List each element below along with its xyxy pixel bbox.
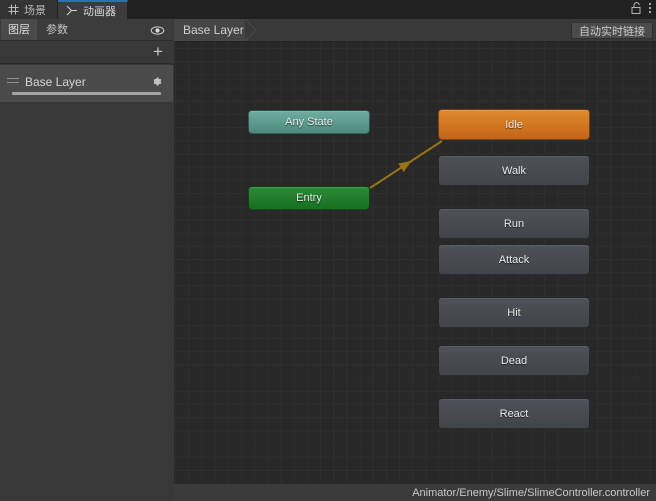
asset-path-label: Animator/Enemy/Slime/SlimeController.con… xyxy=(412,486,650,499)
sidebar-empty-area xyxy=(0,102,173,501)
state-node-dead[interactable]: Dead xyxy=(438,345,590,376)
state-node-attack[interactable]: Attack xyxy=(438,244,590,275)
layers-sidebar: 图层 参数 + Base Layer xyxy=(0,19,173,501)
state-node-label: Idle xyxy=(505,118,523,131)
drag-handle-icon[interactable] xyxy=(7,78,19,85)
breadcrumb-bar: Base Layer 自动实时链接 xyxy=(174,19,656,42)
state-node-label: Entry xyxy=(296,192,322,204)
animator-window: 场景 动画器 图层 参数 + Base Layer Any State Entr… xyxy=(0,0,656,501)
auto-live-link-button[interactable]: 自动实时链接 xyxy=(571,22,653,39)
state-node-any-state[interactable]: Any State xyxy=(248,110,370,134)
state-node-hit[interactable]: Hit xyxy=(438,297,590,328)
breadcrumb-chevron-inner xyxy=(245,20,255,40)
state-node-label: Walk xyxy=(501,164,527,177)
tab-scene-label: 场景 xyxy=(24,4,46,17)
state-node-label: Any State xyxy=(285,116,333,128)
sidebar-tab-bar: 图层 参数 xyxy=(0,19,173,41)
status-bar: Animator/Enemy/Slime/SlimeController.con… xyxy=(174,483,656,501)
gear-icon[interactable] xyxy=(150,75,163,93)
state-node-label: Attack xyxy=(498,253,530,266)
sidebar-tab-layers[interactable]: 图层 xyxy=(1,19,37,40)
tab-animator-label: 动画器 xyxy=(83,5,116,18)
tab-scene[interactable]: 场景 xyxy=(0,0,58,19)
layer-name-label: Base Layer xyxy=(25,75,86,89)
state-node-run[interactable]: Run xyxy=(438,208,590,239)
grid-icon xyxy=(8,4,19,15)
sidebar-tab-parameters-label: 参数 xyxy=(46,24,68,36)
animator-node-icon xyxy=(66,5,78,16)
layer-list-item-base-layer[interactable]: Base Layer xyxy=(0,65,173,102)
breadcrumb-item-base-layer[interactable]: Base Layer xyxy=(174,19,248,41)
state-node-label: Run xyxy=(503,217,525,230)
sidebar-tab-parameters[interactable]: 参数 xyxy=(39,19,75,40)
auto-live-link-label: 自动实时链接 xyxy=(579,25,645,38)
layer-add-row: + xyxy=(0,41,173,64)
breadcrumb-label: Base Layer xyxy=(183,23,244,37)
eye-icon[interactable] xyxy=(150,23,165,41)
window-header-icons xyxy=(631,0,652,19)
state-node-walk[interactable]: Walk xyxy=(438,155,590,186)
lock-open-icon[interactable] xyxy=(631,1,641,19)
state-node-idle[interactable]: Idle xyxy=(438,109,590,140)
window-tab-strip: 场景 动画器 xyxy=(0,0,656,19)
sidebar-tab-layers-label: 图层 xyxy=(8,24,30,36)
state-node-react[interactable]: React xyxy=(438,398,590,429)
kebab-menu-icon[interactable] xyxy=(648,1,652,19)
tab-animator[interactable]: 动画器 xyxy=(58,0,128,19)
layer-weight-bar[interactable] xyxy=(12,92,161,95)
add-layer-button[interactable]: + xyxy=(150,43,166,61)
state-node-label: Dead xyxy=(500,354,528,367)
tab-strip-filler xyxy=(128,0,656,19)
state-node-entry[interactable]: Entry xyxy=(248,186,370,210)
transition-arrowhead-icon[interactable] xyxy=(398,156,414,172)
state-node-label: Hit xyxy=(507,306,521,319)
state-node-label: React xyxy=(499,407,529,420)
animator-graph-area[interactable]: Any State Entry Idle Walk Run Attack Hit Dead Re… xyxy=(174,19,656,501)
